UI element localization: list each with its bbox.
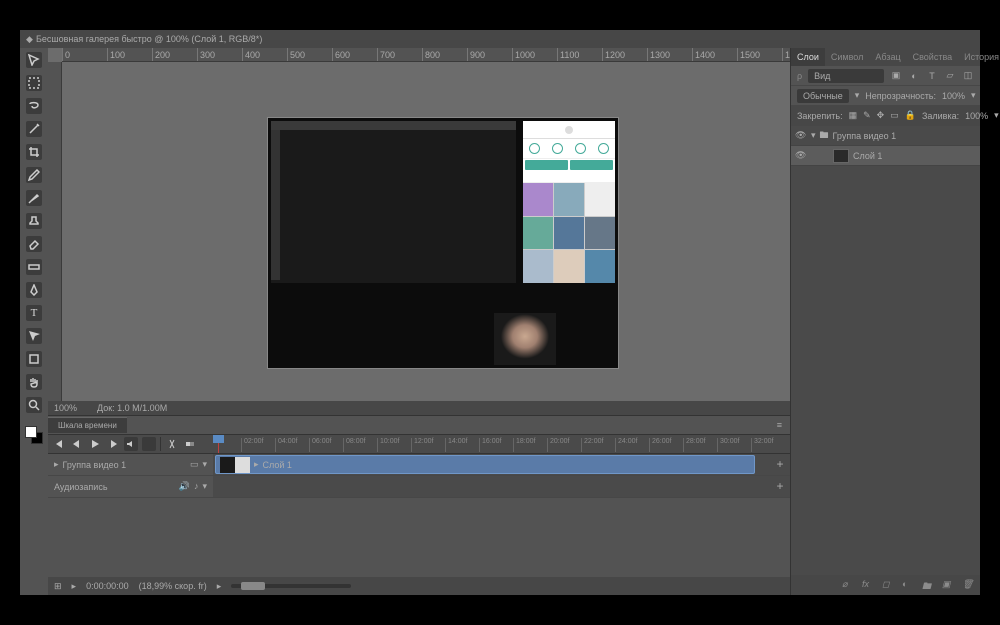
hand-tool-icon[interactable] — [26, 374, 42, 390]
filter-shape-icon[interactable]: ▱ — [944, 70, 956, 82]
status-bar: 100% Док: 1.0 М/1.00М — [48, 401, 790, 415]
tab-history[interactable]: История — [958, 52, 1000, 62]
video-track: ▸ Группа видео 1 ▭▾ ▸ Слой 1 + — [48, 454, 790, 476]
mute-button[interactable] — [124, 437, 138, 451]
audio-track: Аудиозапись 🔊♪▾ + — [48, 476, 790, 498]
canvas-area[interactable]: 0100200300400500600700800900100011001200… — [48, 48, 790, 401]
eyedropper-tool-icon[interactable] — [26, 167, 42, 183]
zoom-slider[interactable] — [231, 584, 351, 588]
color-swatch[interactable] — [25, 426, 43, 444]
gradient-tool-icon[interactable] — [26, 259, 42, 275]
title-bar: ◆ Бесшовная галерея быстро @ 100% (Слой … — [20, 30, 980, 48]
filter-select[interactable]: Вид — [808, 69, 884, 83]
stamp-tool-icon[interactable] — [26, 213, 42, 229]
shape-tool-icon[interactable] — [26, 351, 42, 367]
transition-button[interactable] — [183, 437, 197, 451]
document-canvas[interactable] — [268, 118, 618, 368]
tool-bar: T — [20, 48, 48, 595]
marquee-tool-icon[interactable] — [26, 75, 42, 91]
new-layer-icon[interactable]: ▣ — [942, 579, 954, 591]
video-clip[interactable]: ▸ Слой 1 — [215, 455, 755, 474]
horizontal-ruler: 0100200300400500600700800900100011001200… — [62, 48, 790, 62]
filmstrip-icon[interactable]: ▭ — [190, 459, 199, 470]
pen-tool-icon[interactable] — [26, 282, 42, 298]
visibility-icon[interactable]: 👁 — [795, 130, 807, 141]
layers-panel: Слои Символ Абзац Свойства История Канал… — [790, 48, 980, 595]
opacity-value[interactable]: 100% — [942, 91, 965, 101]
timeline-tab[interactable]: Шкала времени — [48, 417, 127, 433]
eraser-tool-icon[interactable] — [26, 236, 42, 252]
layer-style-icon[interactable]: fx — [862, 579, 874, 591]
tab-properties[interactable]: Свойства — [907, 52, 959, 62]
tab-character[interactable]: Символ — [825, 52, 869, 62]
move-tool-icon[interactable] — [26, 52, 42, 68]
adjustment-layer-icon[interactable]: ◐ — [902, 579, 914, 591]
filter-type-icon[interactable]: T — [926, 70, 938, 82]
convert-button[interactable]: ⊞ — [54, 581, 62, 592]
lock-all-icon[interactable]: 🔒 — [905, 110, 916, 122]
blend-mode-select[interactable]: Обычные — [797, 89, 849, 103]
zoom-level[interactable]: 100% — [54, 403, 77, 413]
lasso-tool-icon[interactable] — [26, 98, 42, 114]
note-icon[interactable]: ♪ — [194, 481, 199, 492]
fill-value[interactable]: 100% — [965, 111, 988, 121]
zoom-tool-icon[interactable] — [26, 397, 42, 413]
vertical-ruler — [48, 62, 62, 401]
visibility-icon[interactable]: 👁 — [795, 150, 807, 161]
app-window: ◆ Бесшовная галерея быстро @ 100% (Слой … — [20, 30, 980, 595]
lock-pixels-icon[interactable]: ▦ — [849, 110, 858, 122]
playhead[interactable] — [218, 435, 219, 453]
play-button[interactable] — [88, 437, 102, 451]
lock-position-icon[interactable]: ✥ — [877, 110, 885, 122]
brush-tool-icon[interactable] — [26, 190, 42, 206]
document-info: Док: 1.0 М/1.00М — [97, 403, 167, 413]
add-audio-button[interactable]: + — [774, 480, 786, 492]
track-name: Группа видео 1 — [63, 460, 127, 470]
current-time: 0:00:00:00 — [86, 581, 129, 591]
chevron-right-icon[interactable]: ▸ — [54, 459, 59, 470]
link-layers-icon[interactable]: ⌀ — [842, 579, 854, 591]
timeline-panel: Шкала времени ≡ — [48, 415, 790, 595]
panel-menu-icon[interactable]: ≡ — [769, 420, 790, 430]
first-frame-button[interactable] — [52, 437, 66, 451]
layer-thumbnail — [833, 149, 849, 163]
crop-tool-icon[interactable] — [26, 144, 42, 160]
settings-button[interactable] — [142, 437, 156, 451]
add-media-button[interactable]: + — [774, 458, 786, 470]
document-title: Бесшовная галерея быстро @ 100% (Слой 1,… — [36, 34, 262, 44]
filter-adjust-icon[interactable]: ◐ — [908, 70, 920, 82]
tab-layers[interactable]: Слои — [791, 48, 825, 66]
filter-smart-icon[interactable]: ◫ — [962, 70, 974, 82]
wand-tool-icon[interactable] — [26, 121, 42, 137]
panel-tabs: Слои Символ Абзац Свойства История Канал… — [791, 48, 980, 66]
layer-group[interactable]: 👁 ▾ 🖿 Группа видео 1 — [791, 126, 980, 146]
delete-layer-icon[interactable]: 🗑 — [962, 579, 974, 591]
type-tool-icon[interactable]: T — [26, 305, 42, 321]
timeline-footer: ⊞ ▸ 0:00:00:00 (18,99% скор. fr) ▸ — [48, 577, 790, 595]
time-ruler[interactable]: 02:00f 04:00f 06:00f 08:00f 10:00f 12:00… — [213, 435, 790, 453]
lock-artboard-icon[interactable]: ▭ — [890, 110, 899, 122]
group-icon[interactable]: 🖿 — [922, 579, 934, 591]
layer-item[interactable]: 👁 Слой 1 — [791, 146, 980, 166]
layer-mask-icon[interactable]: ◻ — [882, 579, 894, 591]
track-name: Аудиозапись — [54, 482, 108, 492]
tab-paragraph[interactable]: Абзац — [869, 52, 906, 62]
filter-pixel-icon[interactable]: ▣ — [890, 70, 902, 82]
prev-frame-button[interactable] — [70, 437, 84, 451]
split-button[interactable] — [165, 437, 179, 451]
speaker-icon[interactable]: 🔊 — [179, 481, 190, 492]
lock-brush-icon[interactable]: ✎ — [863, 110, 871, 122]
folder-icon: 🖿 — [820, 128, 829, 144]
next-frame-button[interactable] — [106, 437, 120, 451]
path-tool-icon[interactable] — [26, 328, 42, 344]
